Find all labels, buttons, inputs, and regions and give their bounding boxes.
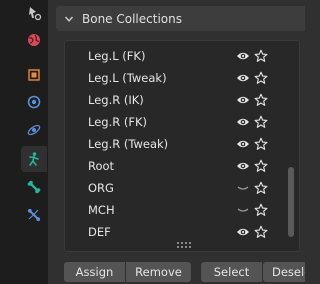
star-icon[interactable] bbox=[252, 135, 270, 153]
tab-armature-data[interactable] bbox=[21, 146, 47, 172]
collection-name: ORG bbox=[88, 181, 114, 195]
collection-name: MCH bbox=[88, 203, 115, 217]
tab-object[interactable] bbox=[21, 62, 47, 88]
tab-modifiers[interactable] bbox=[21, 89, 47, 115]
list-item[interactable]: Leg.L (Tweak) bbox=[65, 67, 301, 89]
star-icon[interactable] bbox=[252, 179, 270, 197]
assign-button[interactable]: Assign bbox=[64, 262, 125, 282]
collection-name: Leg.L (Tweak) bbox=[88, 71, 167, 85]
star-icon[interactable] bbox=[252, 47, 270, 65]
tab-bone-constraints[interactable] bbox=[21, 202, 47, 228]
collection-name: Root bbox=[88, 159, 115, 173]
star-icon[interactable] bbox=[252, 113, 270, 131]
chevron-down-icon bbox=[64, 16, 74, 22]
physics-icon bbox=[26, 122, 42, 138]
collection-name: Leg.R (IK) bbox=[88, 93, 144, 107]
collection-name: DEF bbox=[88, 225, 111, 239]
list-item[interactable]: Leg.R (IK) bbox=[65, 89, 301, 111]
collection-name: Leg.L (FK) bbox=[88, 49, 146, 63]
star-icon[interactable] bbox=[252, 157, 270, 175]
list-item[interactable]: ORG bbox=[65, 177, 301, 199]
eye-open-icon[interactable] bbox=[234, 69, 252, 87]
properties-tab-bar bbox=[0, 0, 48, 284]
star-icon[interactable] bbox=[252, 201, 270, 219]
tab-bone[interactable] bbox=[21, 174, 47, 200]
list-item[interactable]: MCH bbox=[65, 199, 301, 221]
scrollbar-thumb[interactable] bbox=[288, 167, 294, 237]
properties-editor: Bone Collections Leg.L (FK) Leg.L (Tweak)… bbox=[0, 0, 305, 284]
eye-open-icon[interactable] bbox=[234, 47, 252, 65]
select-button[interactable]: Select bbox=[201, 262, 262, 282]
eye-closed-icon[interactable] bbox=[234, 201, 252, 219]
tool-settings-icon bbox=[26, 5, 42, 21]
list-item[interactable]: Leg.R (FK) bbox=[65, 111, 301, 133]
eye-open-icon[interactable] bbox=[234, 91, 252, 109]
modifier-icon bbox=[26, 94, 42, 110]
world-icon bbox=[26, 32, 42, 48]
star-icon[interactable] bbox=[252, 223, 270, 241]
list-item[interactable]: Leg.L (FK) bbox=[65, 45, 301, 67]
bone-collections-panel-header[interactable]: Bone Collections bbox=[56, 6, 305, 31]
collection-name: Leg.R (Tweak) bbox=[88, 137, 169, 151]
collection-name: Leg.R (FK) bbox=[88, 115, 148, 129]
list-item[interactable]: Leg.R (Tweak) bbox=[65, 133, 301, 155]
bone-collections-list[interactable]: Leg.L (FK) Leg.L (Tweak) Leg.R (IK) Leg.R (… bbox=[64, 40, 300, 252]
bone-icon bbox=[26, 179, 42, 195]
list-resize-grip[interactable] bbox=[177, 241, 191, 249]
panel-title: Bone Collections bbox=[82, 11, 182, 26]
tab-tool[interactable] bbox=[21, 0, 47, 26]
bone-constraint-icon bbox=[26, 207, 42, 223]
tab-physics[interactable] bbox=[21, 117, 47, 143]
eye-open-icon[interactable] bbox=[234, 223, 252, 241]
star-icon[interactable] bbox=[252, 69, 270, 87]
star-icon[interactable] bbox=[252, 91, 270, 109]
eye-open-icon[interactable] bbox=[234, 113, 252, 131]
deselect-button[interactable]: Deselect bbox=[263, 262, 305, 282]
list-item[interactable]: Root bbox=[65, 155, 301, 177]
object-icon bbox=[26, 67, 42, 83]
eye-open-icon[interactable] bbox=[234, 135, 252, 153]
remove-button[interactable]: Remove bbox=[126, 262, 191, 282]
eye-open-icon[interactable] bbox=[234, 157, 252, 175]
armature-data-icon bbox=[26, 151, 42, 167]
eye-closed-icon[interactable] bbox=[234, 179, 252, 197]
tab-world[interactable] bbox=[21, 27, 47, 53]
list-item[interactable]: DEF bbox=[65, 221, 301, 243]
